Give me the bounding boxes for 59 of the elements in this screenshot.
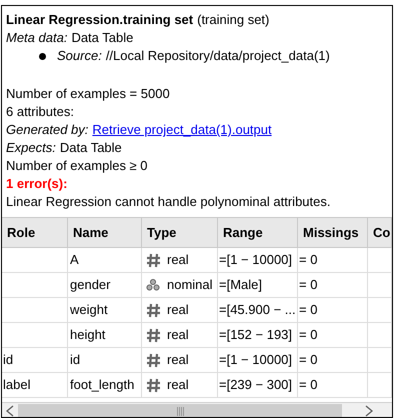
- missings-cell-text: = 0: [299, 326, 318, 344]
- hash-icon: [146, 302, 160, 318]
- missings-cell-text: = 0: [299, 376, 318, 394]
- type-cell-text: real: [167, 301, 189, 320]
- type-cell-text: real: [167, 251, 189, 270]
- bullet-icon: [39, 52, 46, 60]
- horizontal-scrollbar[interactable]: [2, 402, 392, 417]
- column-header[interactable]: Type: [142, 218, 218, 247]
- meta-label: Meta data:: [6, 29, 68, 47]
- type-cell-text: nominal: [167, 276, 213, 294]
- column-header[interactable]: Name: [68, 218, 142, 247]
- missings-cell-text: = 0: [299, 351, 318, 370]
- expects-value: Data Table: [60, 139, 122, 157]
- name-cell-text: height: [70, 326, 106, 344]
- role-cell-text: id: [3, 351, 14, 370]
- hash-icon: [146, 352, 160, 368]
- name-cell-text: foot_length: [70, 376, 134, 394]
- hash-icon: [146, 252, 160, 268]
- range-cell-text: =[1 − 10000]: [219, 351, 292, 370]
- range-cell-text: =[1 − 10000]: [219, 251, 292, 270]
- examples-count: Number of examples = 5000: [6, 85, 170, 103]
- hash-icon: [146, 378, 160, 392]
- hash-icon: [146, 328, 160, 342]
- error-heading: 1 error(s):: [6, 175, 68, 193]
- column-header[interactable]: Range: [218, 218, 298, 247]
- scroll-right-icon[interactable]: [364, 405, 374, 417]
- range-cell-text: =[Male]: [219, 276, 262, 294]
- generated-label: Generated by:: [6, 121, 88, 139]
- range-cell-text: =[152 − 193]: [219, 326, 292, 344]
- range-cell-text: =[45.900 − ...: [219, 301, 296, 320]
- missings-cell-text: = 0: [299, 301, 318, 320]
- type-cell-text: real: [167, 326, 189, 344]
- source-value: //Local Repository/data/project_data(1): [106, 47, 330, 65]
- name-cell-text: gender: [70, 276, 110, 294]
- report-title: Linear Regression.training set: [6, 11, 194, 29]
- name-cell-text: weight: [70, 301, 108, 320]
- shapes-icon: [146, 279, 160, 291]
- column-header[interactable]: Role: [2, 218, 68, 247]
- source-label: Source:: [57, 47, 102, 65]
- type-cell-text: real: [167, 376, 189, 394]
- scroll-left-icon[interactable]: [5, 405, 15, 417]
- column-header[interactable]: Missings: [298, 218, 368, 247]
- column-header[interactable]: Co: [368, 218, 392, 247]
- attributes-count: 6 attributes:: [6, 103, 74, 121]
- range-cell-text: =[239 − 300]: [219, 376, 292, 394]
- type-cell-text: real: [167, 351, 189, 370]
- title-suffix: (training set): [197, 11, 270, 29]
- role-cell-text: label: [3, 376, 30, 394]
- missings-cell-text: = 0: [299, 276, 318, 294]
- operator-link[interactable]: Retrieve project_data(1).output: [92, 121, 272, 139]
- grip-icon: [176, 406, 184, 416]
- name-cell-text: A: [70, 251, 79, 270]
- constraint-text: Number of examples ≥ 0: [6, 157, 148, 175]
- missings-cell-text: = 0: [299, 251, 318, 270]
- error-message: Linear Regression cannot handle polynominal attributes.: [6, 193, 330, 211]
- scrollbar-thumb[interactable]: [18, 404, 342, 417]
- name-cell-text: id: [70, 351, 80, 370]
- meta-value: Data Table: [71, 29, 134, 47]
- expects-label: Expects:: [6, 139, 56, 157]
